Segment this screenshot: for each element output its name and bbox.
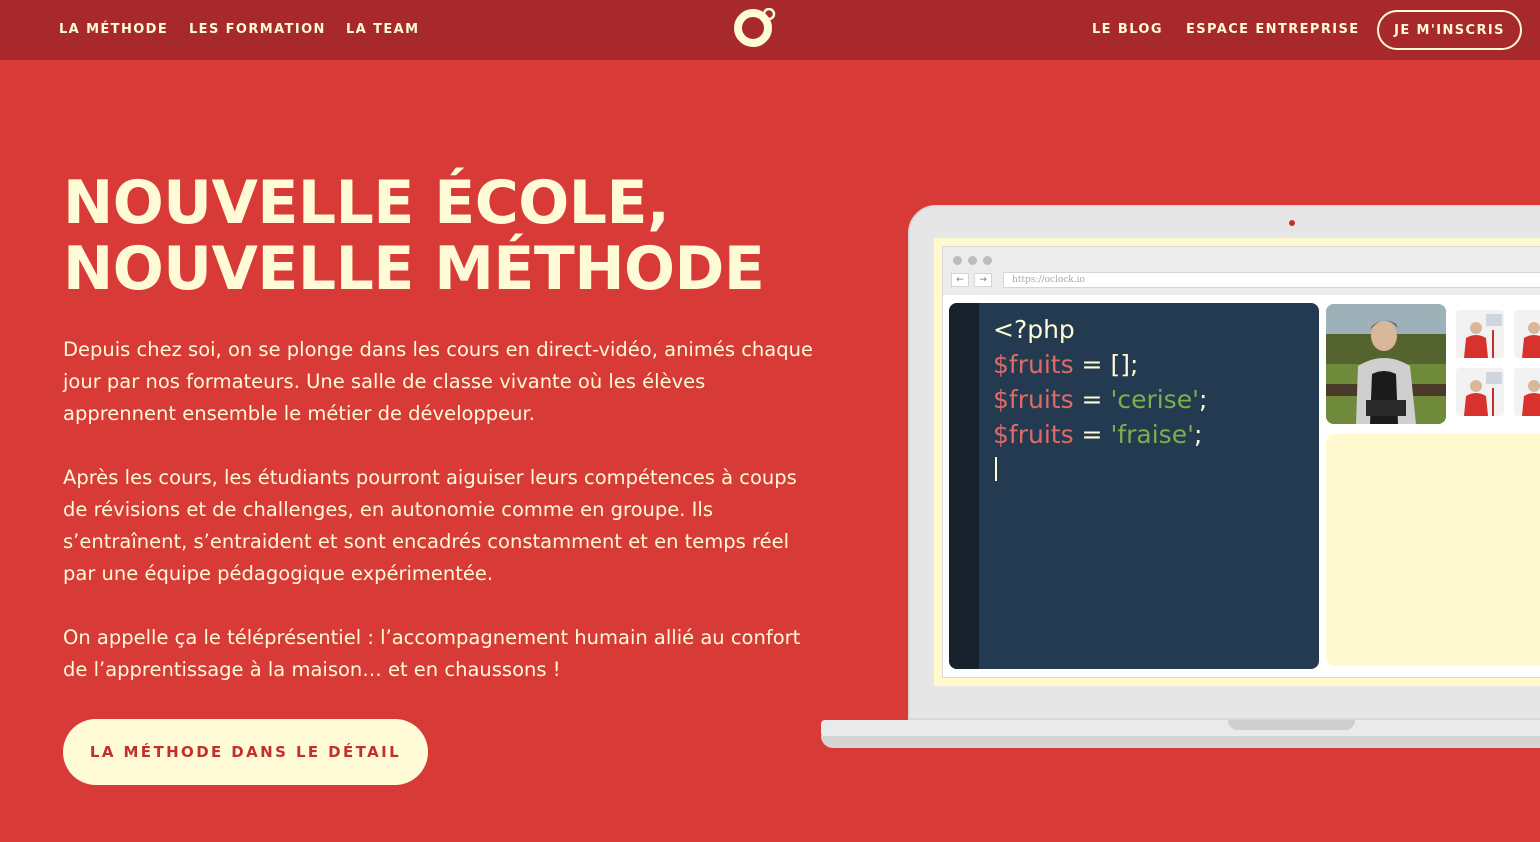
video-feed-student <box>1456 368 1504 416</box>
laptop-notch <box>1228 720 1355 730</box>
nav-link-espace-entreprise[interactable]: ESPACE ENTREPRISE <box>1186 22 1360 37</box>
nav-link-methode[interactable]: LA MÉTHODE <box>59 22 168 37</box>
window-dot-icon <box>968 256 977 265</box>
browser-window: ← → https://oclock.io <box>942 246 1540 678</box>
code-line-4: $fruits = 'fraise'; <box>993 417 1202 452</box>
code-token: ; <box>1198 385 1208 414</box>
hero-paragraph-2: Après les cours, les étudiants pourront … <box>63 466 797 585</box>
code-token: $fruits <box>993 350 1074 379</box>
video-feed-student <box>1456 310 1504 358</box>
nav-link-formation[interactable]: LES FORMATION <box>189 22 326 37</box>
code-token: = <box>1073 420 1111 449</box>
hero-title: NOUVELLE ÉCOLE, NOUVELLE MÉTHODE <box>63 170 823 302</box>
top-navbar: LA MÉTHODE LES FORMATION LA TEAM LE BLOG… <box>0 0 1540 60</box>
oclock-logo-icon[interactable] <box>734 7 778 48</box>
window-dot-icon <box>983 256 992 265</box>
hero-paragraph-1: Depuis chez soi, on se plonge dans les c… <box>63 338 813 425</box>
code-token: 'cerise' <box>1110 385 1199 414</box>
code-gutter <box>949 303 979 669</box>
laptop-lid <box>908 205 1540 720</box>
address-bar: https://oclock.io <box>1003 272 1540 288</box>
hero-title-line1: NOUVELLE ÉCOLE, <box>63 168 670 238</box>
code-line-1: <?php <box>993 312 1075 347</box>
laptop-base <box>821 720 1540 748</box>
video-feed-instructor <box>1326 304 1446 424</box>
window-dot-icon <box>953 256 962 265</box>
back-arrow-icon: ← <box>951 273 969 287</box>
signup-button[interactable]: JE M'INSCRIS <box>1377 10 1522 50</box>
nav-link-team[interactable]: LA TEAM <box>346 22 419 37</box>
methode-detail-button[interactable]: LA MÉTHODE DANS LE DÉTAIL <box>63 719 428 785</box>
chat-panel <box>1326 434 1540 666</box>
text-cursor <box>995 457 997 481</box>
laptop-camera-icon <box>1289 220 1295 226</box>
video-feed-student <box>1514 368 1540 416</box>
forward-arrow-icon: → <box>974 273 992 287</box>
laptop-base-edge <box>821 736 1540 748</box>
code-token: $fruits <box>993 420 1074 449</box>
code-editor: <?php $fruits = []; $fruits = 'cerise'; … <box>949 303 1319 669</box>
nav-link-blog[interactable]: LE BLOG <box>1092 22 1163 37</box>
hero-title-line2: NOUVELLE MÉTHODE <box>63 234 765 304</box>
code-token: = []; <box>1073 350 1139 379</box>
code-line-3: $fruits = 'cerise'; <box>993 382 1207 417</box>
code-token: $fruits <box>993 385 1074 414</box>
code-token: = <box>1073 385 1111 414</box>
browser-toolbar: ← → https://oclock.io <box>943 247 1540 295</box>
code-token: 'fraise' <box>1110 420 1194 449</box>
code-token: ; <box>1193 420 1203 449</box>
hero-paragraph-3: On appelle ça le téléprésentiel : l’acco… <box>63 626 801 681</box>
code-line-2: $fruits = []; <box>993 347 1138 382</box>
code-token: <?php <box>993 315 1075 344</box>
laptop-screen <box>934 238 1540 686</box>
video-feed-student <box>1514 310 1540 358</box>
